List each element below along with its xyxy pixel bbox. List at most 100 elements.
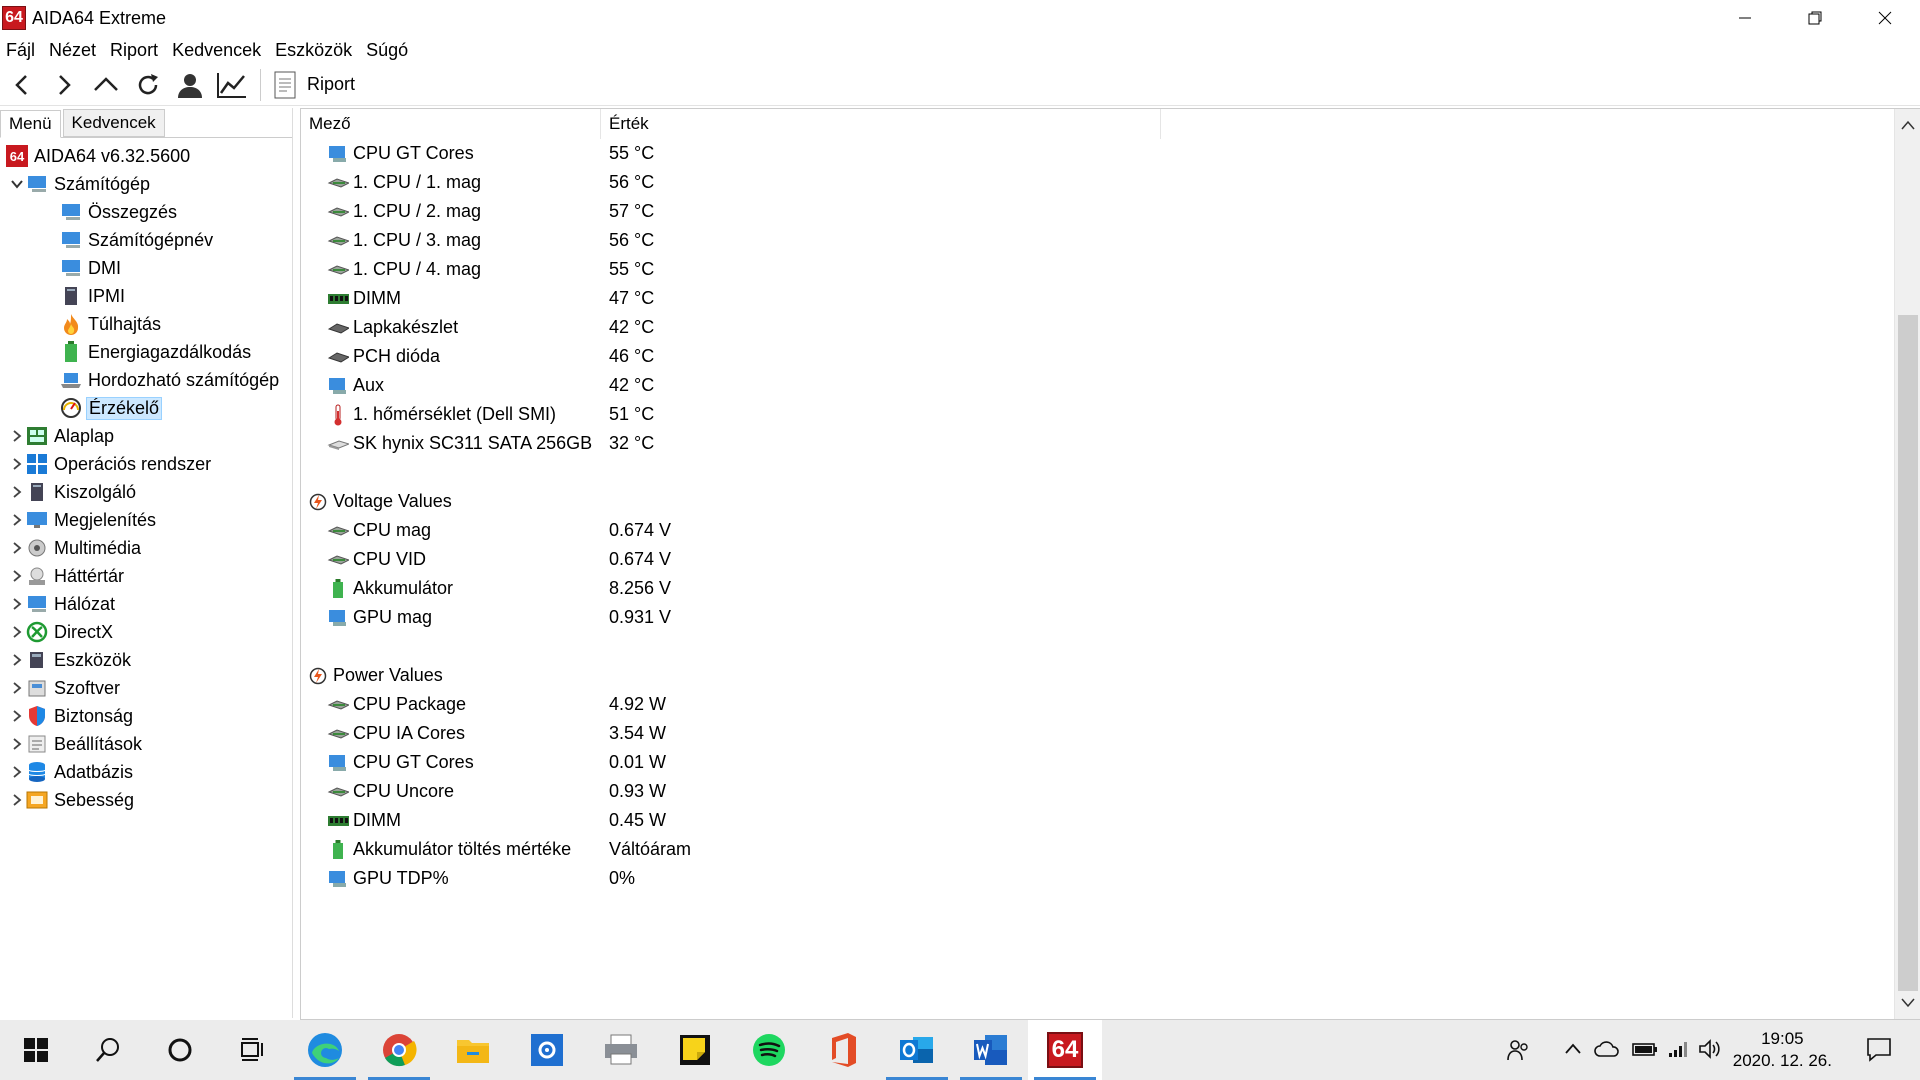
taskbar-outlook[interactable] (880, 1020, 954, 1080)
sensor-row[interactable]: 1. hőmérséklet (Dell SMI) 51 °C (301, 400, 1920, 429)
up-button[interactable] (86, 65, 126, 105)
tree-node-security[interactable]: Biztonság (0, 702, 292, 730)
restore-button[interactable] (1780, 0, 1850, 36)
sensor-row[interactable]: SK hynix SC311 SATA 256GB 32 °C (301, 429, 1920, 458)
back-button[interactable] (2, 65, 42, 105)
action-center-button[interactable] (1866, 1036, 1892, 1067)
taskbar-edge[interactable] (288, 1020, 362, 1080)
people-button[interactable] (1506, 1038, 1530, 1067)
sensor-row[interactable]: GPU mag 0.931 V (301, 603, 1920, 632)
chevron-right-icon[interactable] (8, 679, 26, 697)
tree-item-portable[interactable]: Hordozható számítógép (0, 366, 292, 394)
tree-item-summary[interactable]: Összegzés (0, 198, 292, 226)
menu-favorites[interactable]: Kedvencek (172, 40, 261, 61)
refresh-button[interactable] (128, 65, 168, 105)
tree-node-settings[interactable]: Beállítások (0, 730, 292, 758)
tree-item-power-management[interactable]: Energiagazdálkodás (0, 338, 292, 366)
sensor-row[interactable]: DIMM 0.45 W (301, 806, 1920, 835)
chevron-right-icon[interactable] (8, 791, 26, 809)
chevron-right-icon[interactable] (8, 483, 26, 501)
tree-node-os[interactable]: Operációs rendszer (0, 450, 292, 478)
sensor-row[interactable]: Akkumulátor 8.256 V (301, 574, 1920, 603)
column-header-field[interactable]: Mező (301, 109, 601, 139)
tree-node-database[interactable]: Adatbázis (0, 758, 292, 786)
tree-node-directx[interactable]: DirectX (0, 618, 292, 646)
chevron-right-icon[interactable] (8, 595, 26, 613)
taskbar-office[interactable] (806, 1020, 880, 1080)
taskbar-settings-app[interactable] (510, 1020, 584, 1080)
chevron-right-icon[interactable] (8, 763, 26, 781)
scroll-up-icon[interactable] (1901, 117, 1915, 135)
battery-tray-button[interactable] (1632, 1040, 1658, 1063)
tree-item-sensor[interactable]: Érzékelő (0, 394, 292, 422)
chevron-down-icon[interactable] (8, 175, 26, 193)
sensor-row[interactable]: CPU IA Cores 3.54 W (301, 719, 1920, 748)
sensor-row[interactable]: Lapkakészlet 42 °C (301, 313, 1920, 342)
tab-menu[interactable]: Menü (0, 110, 61, 138)
forward-button[interactable] (44, 65, 84, 105)
chevron-right-icon[interactable] (8, 427, 26, 445)
taskbar-aida64[interactable]: 64 (1028, 1020, 1102, 1080)
chevron-right-icon[interactable] (8, 651, 26, 669)
sensor-row[interactable]: Akkumulátor töltés mértéke Váltóáram (301, 835, 1920, 864)
sensor-row[interactable]: PCH dióda 46 °C (301, 342, 1920, 371)
network-tray-button[interactable] (1668, 1040, 1688, 1063)
tree-node-software[interactable]: Szoftver (0, 674, 292, 702)
taskbar-word[interactable] (954, 1020, 1028, 1080)
sensor-row[interactable]: CPU VID 0.674 V (301, 545, 1920, 574)
system-clock[interactable]: 19:05 2020. 12. 26. (1733, 1028, 1832, 1072)
task-view-button[interactable] (216, 1020, 288, 1080)
column-header-value[interactable]: Érték (601, 109, 1161, 139)
chevron-right-icon[interactable] (8, 707, 26, 725)
menu-file[interactable]: Fájl (6, 40, 35, 61)
menu-help[interactable]: Súgó (366, 40, 408, 61)
chevron-right-icon[interactable] (8, 511, 26, 529)
scrollbar-thumb[interactable] (1898, 315, 1918, 991)
chevron-right-icon[interactable] (8, 623, 26, 641)
sensor-row[interactable]: 1. CPU / 3. mag 56 °C (301, 226, 1920, 255)
report-label[interactable]: Riport (307, 74, 355, 95)
chevron-right-icon[interactable] (8, 735, 26, 753)
search-button[interactable] (72, 1020, 144, 1080)
menu-view[interactable]: Nézet (49, 40, 96, 61)
taskbar-chrome[interactable] (362, 1020, 436, 1080)
vertical-scrollbar[interactable] (1894, 109, 1920, 1019)
scroll-down-icon[interactable] (1901, 995, 1915, 1013)
chart-button[interactable] (212, 65, 252, 105)
close-button[interactable] (1850, 0, 1920, 36)
show-hidden-icons-button[interactable] (1564, 1042, 1582, 1061)
taskbar-spotify[interactable] (732, 1020, 806, 1080)
start-button[interactable] (0, 1020, 72, 1080)
sensor-row[interactable]: CPU Uncore 0.93 W (301, 777, 1920, 806)
sensor-row[interactable]: Aux 42 °C (301, 371, 1920, 400)
sensor-row[interactable]: 1. CPU / 4. mag 55 °C (301, 255, 1920, 284)
tree-item-dmi[interactable]: DMI (0, 254, 292, 282)
chevron-right-icon[interactable] (8, 455, 26, 473)
tree-node-devices[interactable]: Eszközök (0, 646, 292, 674)
sensor-row[interactable]: CPU Package 4.92 W (301, 690, 1920, 719)
sensor-row[interactable]: 1. CPU / 1. mag 56 °C (301, 168, 1920, 197)
menu-tools[interactable]: Eszközök (275, 40, 352, 61)
volume-button[interactable] (1698, 1038, 1722, 1065)
tree-node-network[interactable]: Hálózat (0, 590, 292, 618)
tree-node-computer[interactable]: Számítógép (0, 170, 292, 198)
tab-favorites[interactable]: Kedvencek (62, 109, 165, 137)
tree-node-multimedia[interactable]: Multimédia (0, 534, 292, 562)
chevron-right-icon[interactable] (8, 567, 26, 585)
tree-item-ipmi[interactable]: IPMI (0, 282, 292, 310)
user-button[interactable] (170, 65, 210, 105)
tree-node-motherboard[interactable]: Alaplap (0, 422, 292, 450)
sensor-row[interactable]: GPU TDP% 0% (301, 864, 1920, 893)
tree-node-benchmark[interactable]: Sebesség (0, 786, 292, 814)
sensor-row[interactable]: CPU GT Cores 55 °C (301, 139, 1920, 168)
taskbar-file-explorer[interactable] (436, 1020, 510, 1080)
tree-item-overclock[interactable]: Túlhajtás (0, 310, 292, 338)
sensor-row[interactable]: 1. CPU / 2. mag 57 °C (301, 197, 1920, 226)
tree-node-display[interactable]: Megjelenítés (0, 506, 292, 534)
sensor-row[interactable]: CPU GT Cores 0.01 W (301, 748, 1920, 777)
tree-node-server[interactable]: Kiszolgáló (0, 478, 292, 506)
minimize-button[interactable] (1710, 0, 1780, 36)
taskbar-sticky-notes[interactable] (658, 1020, 732, 1080)
tree-node-storage[interactable]: Háttértár (0, 562, 292, 590)
taskbar-printer-app[interactable] (584, 1020, 658, 1080)
